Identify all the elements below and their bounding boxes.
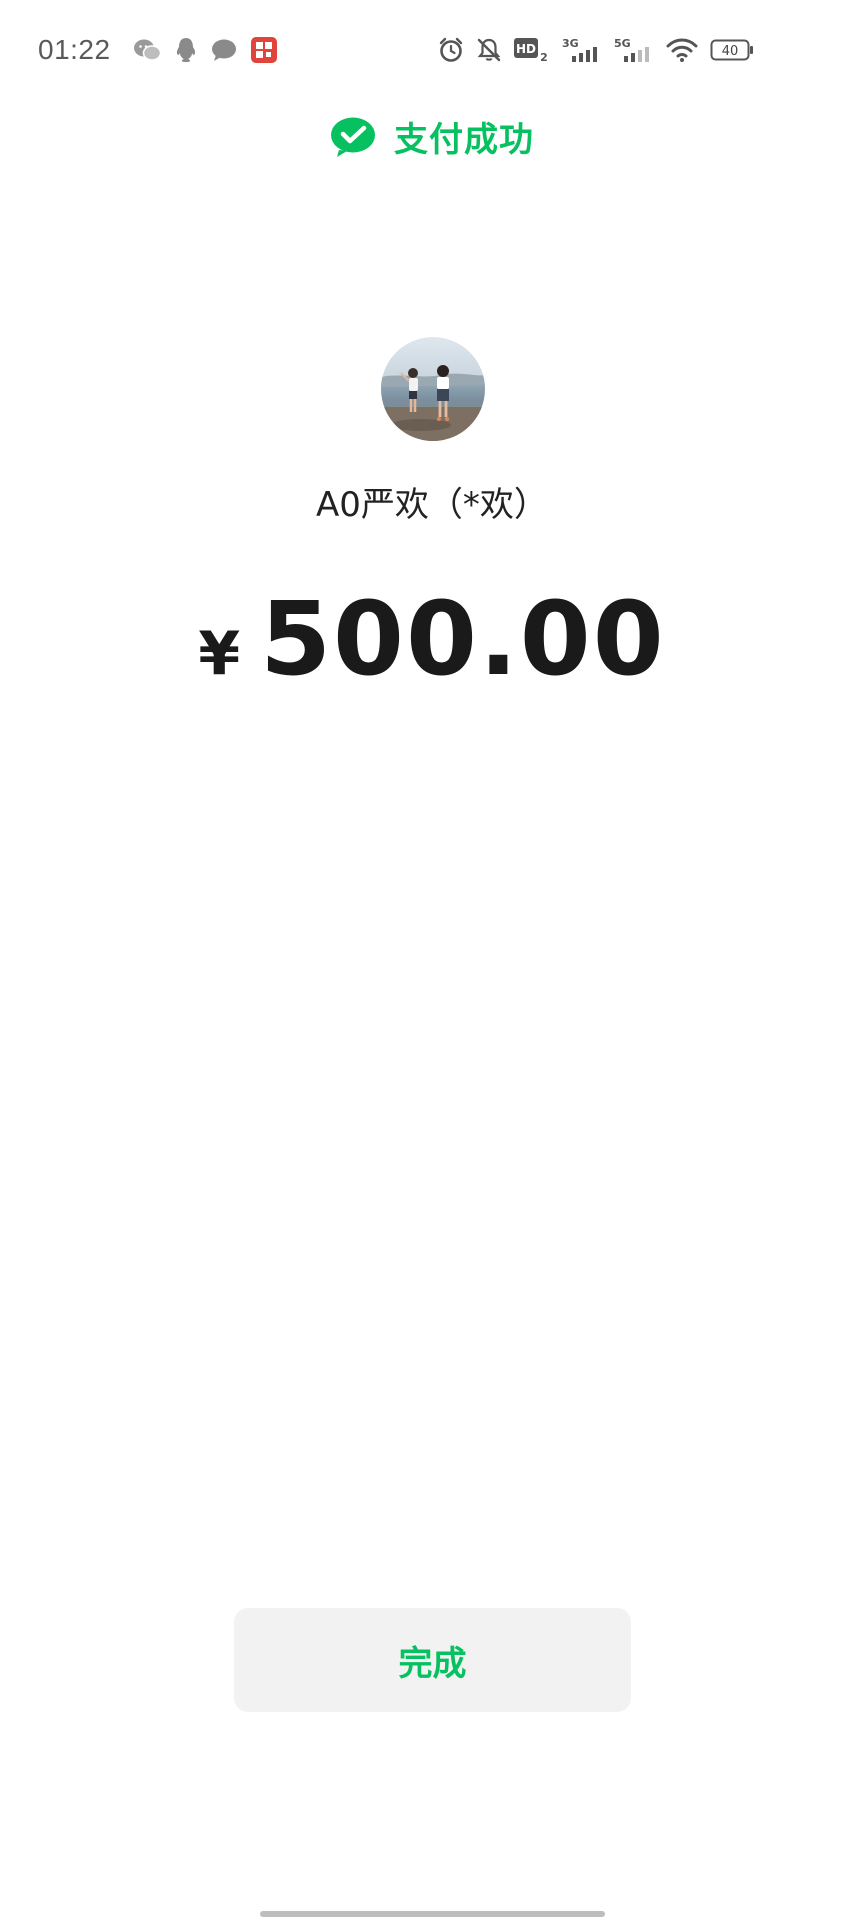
- svg-text:3G: 3G: [562, 37, 579, 50]
- svg-text:2: 2: [540, 51, 548, 63]
- payment-success-screen: 01:22 HD 2 3G 5G 40 支付成功 A0严欢（*欢） ¥ 500.…: [0, 0, 864, 1920]
- red-app-icon: [250, 37, 277, 63]
- status-bar-left: 01:22: [38, 34, 277, 66]
- amount-value: 500.00: [260, 580, 666, 699]
- signal-5g-icon: 5G: [614, 36, 654, 64]
- battery-level: 40: [722, 44, 739, 59]
- payment-amount: ¥ 500.00: [0, 580, 864, 699]
- wifi-icon: [666, 37, 698, 63]
- svg-text:HD: HD: [516, 42, 536, 56]
- payee-name: A0严欢（*欢）: [316, 485, 548, 525]
- mute-icon: [476, 37, 502, 63]
- svg-text:5G: 5G: [614, 37, 631, 50]
- home-indicator[interactable]: [260, 1911, 605, 1917]
- battery-icon: 40: [710, 37, 754, 63]
- signal-3g-icon: 3G: [562, 36, 602, 64]
- qq-icon: [175, 37, 197, 63]
- status-bar-right: HD 2 3G 5G 40: [438, 36, 754, 64]
- hd-icon: HD 2: [514, 37, 550, 63]
- wechat-pay-check-icon: [330, 116, 376, 158]
- currency-symbol: ¥: [198, 619, 241, 689]
- payment-success-title: 支付成功: [394, 120, 534, 160]
- payment-success-header: 支付成功: [0, 112, 864, 161]
- done-button[interactable]: 完成: [234, 1608, 631, 1712]
- message-icon: [211, 38, 237, 62]
- alarm-icon: [438, 37, 464, 63]
- clock: 01:22: [38, 34, 111, 65]
- status-bar: 01:22 HD 2 3G 5G 40: [38, 28, 754, 72]
- payee-avatar: [381, 337, 485, 441]
- wechat-icon: [133, 38, 161, 62]
